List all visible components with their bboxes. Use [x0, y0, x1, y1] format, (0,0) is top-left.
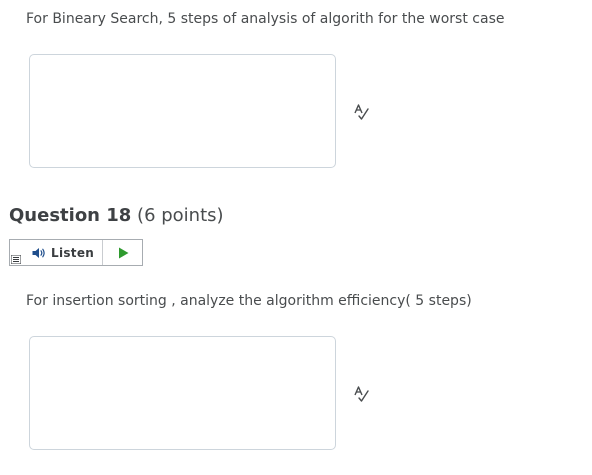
listen-button[interactable]: Listen: [22, 240, 103, 265]
speaker-icon: [32, 247, 45, 258]
listen-menu-button[interactable]: [10, 240, 22, 265]
question-18-heading: Question 18 (6 points): [9, 205, 224, 226]
question-points: (6 points): [137, 205, 224, 226]
menu-icon: [11, 255, 21, 264]
listen-label: Listen: [51, 245, 95, 260]
question-18-prompt: For insertion sorting , analyze the algo…: [26, 293, 472, 309]
question-17-prompt: For Bineary Search, 5 steps of analysis …: [26, 11, 505, 27]
spellcheck-icon[interactable]: [352, 385, 370, 403]
question-17-answer-box[interactable]: [29, 54, 336, 168]
spellcheck-icon[interactable]: [352, 103, 370, 121]
listen-widget: Listen: [9, 239, 143, 266]
play-button[interactable]: [103, 240, 142, 265]
question-title: Question 18: [9, 205, 132, 226]
play-icon: [118, 247, 128, 258]
question-18-answer-box[interactable]: [29, 336, 336, 450]
